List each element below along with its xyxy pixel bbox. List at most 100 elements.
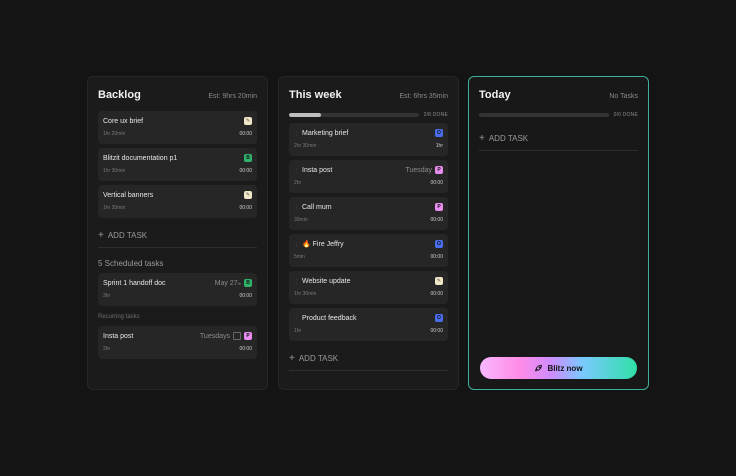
task-timer: 00:00 [430,291,443,297]
recurring-tasks-label: Recurring tasks [98,314,140,320]
task-timer: 00:00 [430,217,443,223]
task-timer: 1hr [435,143,443,149]
plus-icon: + [98,229,104,241]
drag-handle-icon[interactable]: ⋮ [294,131,299,137]
drag-handle-icon[interactable]: ⋮ [294,205,299,211]
tag-icon[interactable]: ✎ [244,117,252,125]
tag-icon[interactable]: B [244,154,252,162]
task-card[interactable]: ⋮ 🔥 Fire Jeffry O 5min 00:00 [289,234,448,267]
task-card[interactable]: Core ux brief ✎ 1hr 20min 00:00 [98,111,257,144]
add-task-label: ADD TASK [107,230,148,240]
drag-handle-icon[interactable]: ⋮ [294,316,299,322]
today-header: Today No Tasks [479,89,638,105]
task-duration: 1hr 30min [103,205,126,211]
task-duration: 1hr 30min [294,291,317,297]
add-task-label: ADD TASK [298,353,339,363]
progress-bar [479,113,609,117]
task-card[interactable]: Sprint 1 handoff doc May 27th B 3hr 00:0… [98,273,257,306]
tag-icon[interactable]: O [435,240,443,248]
task-card[interactable]: ⋮ Website update ✎ 1hr 30min 00:00 [289,271,448,304]
task-card[interactable]: ⋮ Insta post Tuesday P 2hr 00:00 [289,160,448,193]
week-title: This week [289,89,342,101]
task-timer: 00:00 [239,168,252,174]
drag-handle-icon[interactable]: ⋮ [294,279,299,285]
progress-fill [289,113,322,117]
done-count: 2/8 DONE [423,112,448,118]
task-card[interactable]: ⋮ Product feedback O 1hr 00:00 [289,308,448,341]
task-title: Sprint 1 handoff doc [103,279,166,287]
tag-icon[interactable]: ✎ [435,277,443,285]
task-card[interactable]: Insta post Tuesdays P 2hr 00:00 [98,326,257,359]
blitz-now-button[interactable]: Blitz now [480,357,637,379]
task-title: Core ux brief [103,117,144,125]
task-title: Insta post [103,332,134,340]
task-timer: 00:00 [430,180,443,186]
tag-icon[interactable]: P [244,332,252,340]
task-title: 🔥 Fire Jeffry [302,241,344,248]
task-timer: 00:00 [430,328,443,334]
tag-icon[interactable]: ✎ [244,191,252,199]
task-duration: 3hr [103,293,111,299]
backlog-header: Backlog Est: 9hrs 20min [98,89,257,105]
task-due-date: May 27 [214,279,238,287]
task-duration: 5min [294,254,305,260]
drag-handle-icon[interactable]: ⋮ [294,168,299,174]
tag-icon[interactable]: B [244,279,252,287]
task-duration: 1hr 20min [103,131,126,137]
task-title: Product feedback [302,314,357,322]
task-timer: 00:00 [239,293,252,299]
plus-icon: + [289,352,295,364]
tag-icon[interactable]: O [435,129,443,137]
week-header: This week Est: 6hrs 35min [289,89,448,105]
today-status: No Tasks [609,93,638,100]
divider [479,150,638,151]
task-repeat: Tuesdays [199,332,230,340]
task-card[interactable]: ⋮ Marketing brief O 2hr 30min 1hr [289,123,448,156]
backlog-estimate: Est: 9hrs 20min [208,93,257,100]
week-estimate: Est: 6hrs 35min [399,93,448,100]
today-progress: 0/0 DONE [479,111,638,119]
plus-icon: + [479,132,485,144]
task-duration: 30min [294,217,308,223]
scheduled-tasks-toggle[interactable]: 5 Scheduled tasks [98,259,257,269]
tag-icon[interactable]: O [435,314,443,322]
tag-icon[interactable]: P [435,166,443,174]
task-duration: 2hr [294,180,302,186]
rocket-icon [535,364,543,372]
drag-handle-icon[interactable]: ⋮ [294,242,299,248]
task-timer: 00:00 [430,254,443,260]
task-duration: 1hr 30min [103,168,126,174]
add-task-button[interactable]: + ADD TASK [98,229,257,241]
add-task-label: ADD TASK [488,133,529,143]
task-title: Call mum [302,203,332,211]
today-title: Today [479,89,511,101]
task-when: Tuesday [405,166,432,174]
this-week-column: This week Est: 6hrs 35min 2/8 DONE ⋮ Mark… [278,76,459,390]
repeat-icon [233,332,241,340]
task-duration: 2hr [103,346,111,352]
tag-icon[interactable]: P [435,203,443,211]
done-count: 0/0 DONE [613,112,638,118]
task-title: Insta post [302,166,333,174]
add-task-button[interactable]: + ADD TASK [479,132,638,144]
add-task-button[interactable]: + ADD TASK [289,352,448,364]
task-due-suffix: th [237,280,241,286]
progress-bar [289,113,419,117]
task-card[interactable]: Blitzit documentation p1 B 1hr 30min 00:… [98,148,257,181]
today-column: Today No Tasks 0/0 DONE + ADD TASK Blitz… [468,76,649,390]
divider [98,247,257,248]
task-card[interactable]: ⋮ Call mum P 30min 00:00 [289,197,448,230]
task-timer: 00:00 [239,346,252,352]
task-title: Vertical banners [103,191,154,199]
task-timer: 00:00 [239,205,252,211]
task-timer: 00:00 [239,131,252,137]
backlog-title: Backlog [98,89,141,101]
blitz-now-label: Blitz now [547,363,583,373]
task-title: Blitzit documentation p1 [103,154,178,162]
task-duration: 1hr [294,328,302,334]
week-progress: 2/8 DONE [289,111,448,119]
backlog-column: Backlog Est: 9hrs 20min Core ux brief ✎ … [87,76,268,390]
task-card[interactable]: Vertical banners ✎ 1hr 30min 00:00 [98,185,257,218]
task-title: Marketing brief [302,129,349,137]
task-duration: 2hr 30min [294,143,317,149]
